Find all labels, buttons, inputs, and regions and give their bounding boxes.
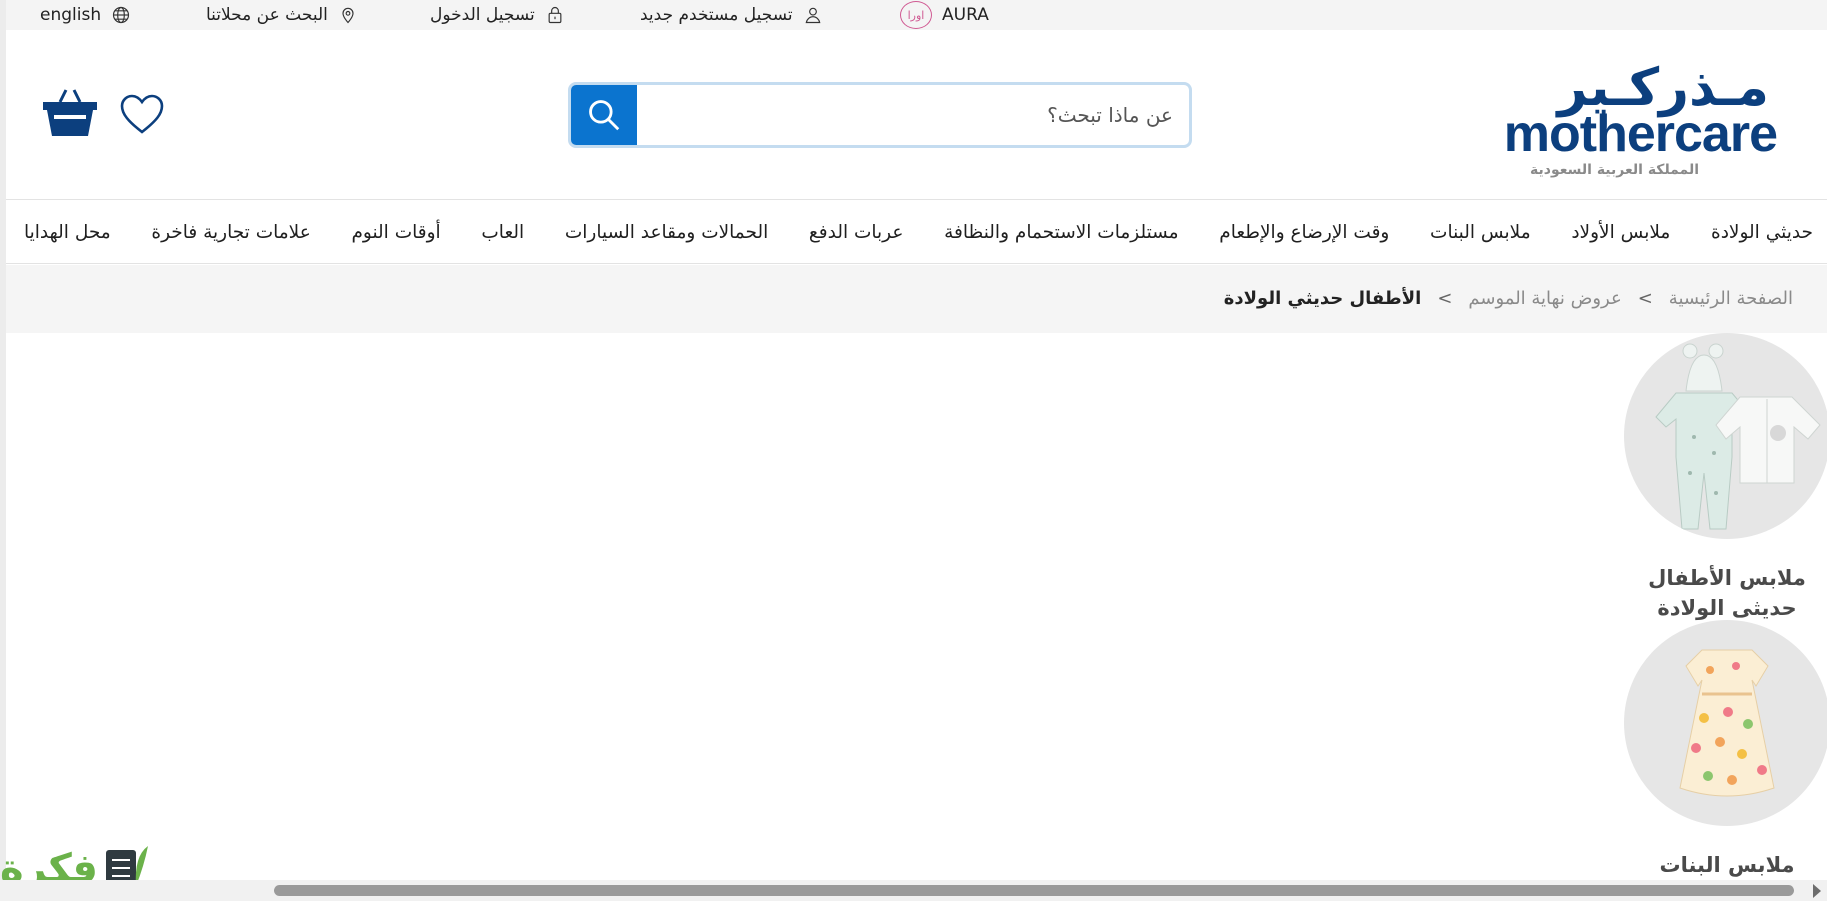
- language-label: english: [40, 5, 102, 25]
- heart-icon[interactable]: [118, 92, 166, 136]
- category-newborn-clothing[interactable]: ملابس الأطفال حديثى الولادة: [1622, 333, 1827, 623]
- nav-item-feeding[interactable]: وقت الإرضاع والإطعام: [1219, 222, 1389, 243]
- breadcrumb-separator: >: [1437, 288, 1453, 309]
- aura-logo: اورا: [900, 1, 932, 29]
- breadcrumb: الصفحة الرئيسية > عروض نهاية الموسم > ال…: [6, 265, 1827, 333]
- logo-english: mothercare: [1503, 105, 1778, 163]
- category-label: ملابس البنات: [1659, 853, 1795, 877]
- category-image: [1624, 620, 1827, 826]
- location-pin-icon: [342, 7, 354, 24]
- top-utility-bar: english البحث عن محلاتنا تسجيل الدخول تس…: [6, 0, 1827, 30]
- nav-item-newborn[interactable]: حديثي الولادة: [1711, 222, 1813, 243]
- search-icon: [589, 100, 620, 131]
- site-header: مـذركـير mothercare المملكة العربية السع…: [6, 30, 1827, 200]
- category-label: ملابس الأطفال حديثى الولادة: [1648, 566, 1806, 620]
- nav-item-boys[interactable]: ملابس الأولاد: [1571, 222, 1670, 243]
- horizontal-scrollbar[interactable]: [0, 880, 1827, 901]
- user-icon: [805, 7, 820, 24]
- nav-item-car-seats[interactable]: الحمالات ومقاعد السيارات: [565, 222, 768, 243]
- logo-country: المملكة العربية السعودية: [1530, 162, 1699, 178]
- store-locator-label: البحث عن محلاتنا: [206, 5, 328, 25]
- category-image: [1624, 333, 1827, 539]
- search-input[interactable]: [637, 85, 1189, 145]
- register-label: تسجيل مستخدم جديد: [640, 5, 793, 25]
- breadcrumb-separator: >: [1637, 288, 1653, 309]
- nav-item-luxury-brands[interactable]: علامات تجارية فاخرة: [151, 222, 310, 243]
- breadcrumb-sale[interactable]: عروض نهاية الموسم: [1468, 288, 1621, 309]
- scrollbar-thumb[interactable]: [274, 885, 1794, 896]
- basket-icon[interactable]: [42, 88, 98, 138]
- nav-item-gift-shop[interactable]: محل الهدايا: [24, 222, 111, 243]
- nav-item-girls[interactable]: ملابس البنات: [1430, 222, 1531, 243]
- language-switch[interactable]: english: [40, 4, 131, 26]
- category-girls-clothing[interactable]: ملابس البنات: [1622, 620, 1827, 880]
- store-locator-link[interactable]: البحث عن محلاتنا: [206, 4, 358, 26]
- search-button[interactable]: [571, 85, 637, 145]
- aura-link[interactable]: اورا AURA: [900, 1, 989, 29]
- search-bar: [568, 82, 1192, 148]
- login-link[interactable]: تسجيل الدخول: [430, 4, 565, 26]
- lock-icon: [548, 7, 562, 24]
- aura-label: AURA: [942, 5, 989, 25]
- scroll-right-arrow-icon[interactable]: [1813, 884, 1821, 898]
- mothercare-logo[interactable]: مـذركـير mothercare المملكة العربية السع…: [1457, 58, 1778, 178]
- nav-item-sleep[interactable]: أوقات النوم: [351, 222, 440, 243]
- register-link[interactable]: تسجيل مستخدم جديد: [640, 4, 823, 26]
- breadcrumb-home[interactable]: الصفحة الرئيسية: [1669, 288, 1793, 309]
- main-nav: حديثي الولادة ملابس الأولاد ملابس البنات…: [6, 201, 1827, 264]
- login-label: تسجيل الدخول: [430, 5, 535, 25]
- nav-item-toys[interactable]: العاب: [481, 222, 524, 243]
- breadcrumb-current: الأطفال حديثي الولادة: [1223, 288, 1422, 309]
- nav-item-bathing[interactable]: مستلزمات الاستحمام والنظافة: [944, 222, 1178, 243]
- globe-icon: [113, 6, 130, 24]
- nav-item-pushchairs[interactable]: عربات الدفع: [809, 222, 904, 243]
